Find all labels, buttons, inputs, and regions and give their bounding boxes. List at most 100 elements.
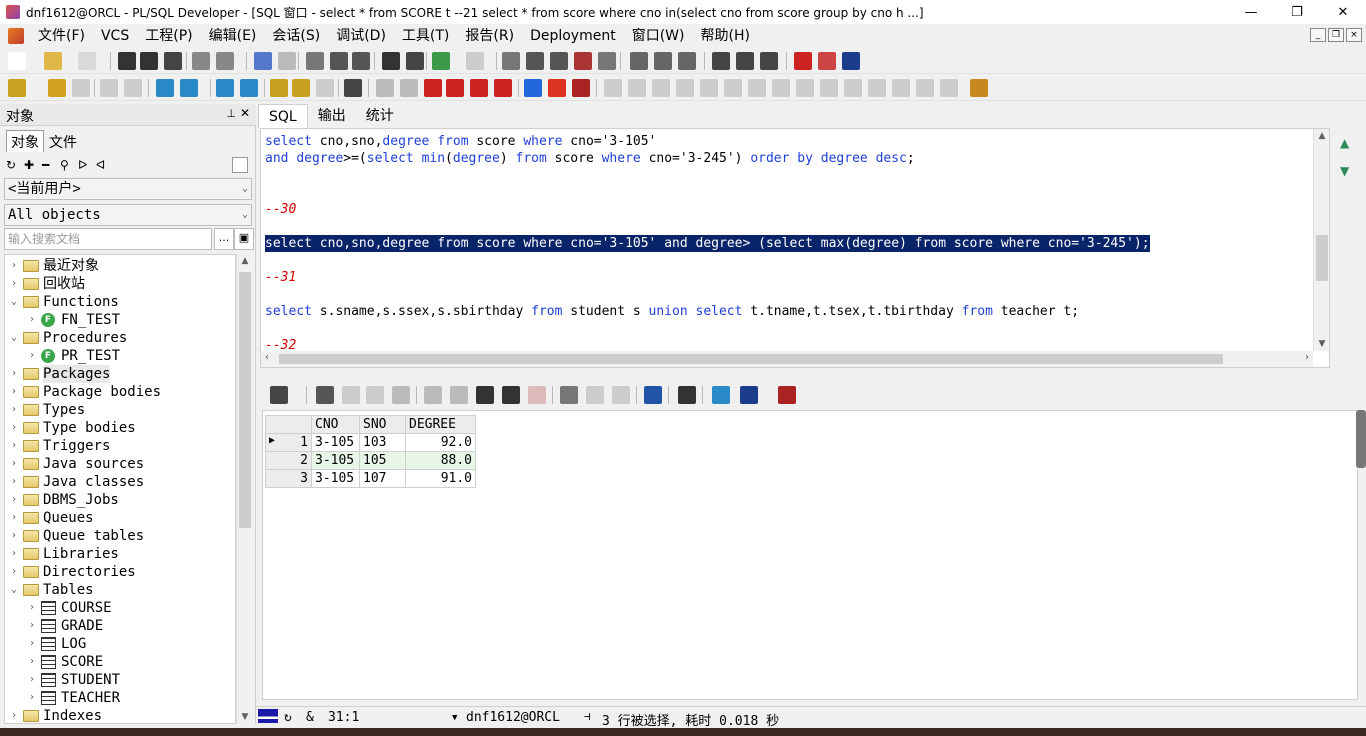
code-line[interactable]: --30 bbox=[265, 201, 296, 218]
car-icon[interactable] bbox=[572, 79, 590, 97]
menu-item-9[interactable]: 窗口(W) bbox=[624, 25, 693, 47]
scroll-down-icon[interactable]: ▼ bbox=[237, 712, 253, 722]
cell-cno[interactable]: 3-105 bbox=[311, 451, 360, 470]
save-all-icon[interactable] bbox=[164, 52, 182, 70]
mdi-minimize-button[interactable]: _ bbox=[1310, 28, 1326, 42]
db2-icon[interactable] bbox=[124, 79, 142, 97]
cell-sno[interactable]: 107 bbox=[359, 469, 406, 488]
comment-icon[interactable] bbox=[574, 52, 592, 70]
code-line[interactable]: --31 bbox=[265, 269, 296, 286]
find-icon[interactable] bbox=[382, 52, 400, 70]
chevron-right-icon[interactable]: › bbox=[27, 599, 37, 617]
sql-editor[interactable]: ▲ ▼ ‹ › select cno,sno,degree from score… bbox=[260, 128, 1330, 368]
filter-icon[interactable] bbox=[560, 386, 578, 404]
scrollbar-thumb[interactable] bbox=[279, 354, 1223, 364]
cell-sno[interactable]: 105 bbox=[359, 451, 406, 470]
tree-item[interactable]: › 最近对象 bbox=[5, 257, 235, 275]
chart-icon[interactable] bbox=[740, 386, 758, 404]
redo-icon[interactable] bbox=[278, 52, 296, 70]
s3-icon[interactable] bbox=[652, 79, 670, 97]
menu-item-1[interactable]: VCS bbox=[93, 25, 137, 47]
tree-item[interactable]: › Directories bbox=[5, 563, 235, 581]
chevron-right-icon[interactable]: › bbox=[9, 257, 19, 275]
post-icon[interactable] bbox=[392, 386, 410, 404]
grid-view-icon[interactable] bbox=[270, 386, 288, 404]
add-icon[interactable]: ✚ bbox=[24, 158, 34, 172]
search-options-button[interactable]: ... bbox=[214, 228, 234, 250]
scrollbar-thumb[interactable] bbox=[239, 272, 251, 528]
tree-item[interactable]: › Queues bbox=[5, 509, 235, 527]
paste-icon[interactable] bbox=[352, 52, 370, 70]
tree-item[interactable]: › Java classes bbox=[5, 473, 235, 491]
wrench-icon[interactable] bbox=[344, 79, 362, 97]
connection-label[interactable]: dnf1612@ORCL bbox=[466, 710, 560, 725]
sql-window-icon[interactable] bbox=[156, 79, 174, 97]
mdi-close-button[interactable]: × bbox=[1346, 28, 1362, 42]
tab-output[interactable]: 输出 bbox=[308, 104, 356, 128]
save-icon[interactable] bbox=[118, 52, 136, 70]
menu-item-10[interactable]: 帮助(H) bbox=[692, 25, 757, 47]
tree-item[interactable]: › LOG bbox=[5, 635, 235, 653]
remove-icon[interactable]: ━ bbox=[42, 158, 49, 172]
tree-item[interactable]: › Java sources bbox=[5, 455, 235, 473]
tree-item[interactable]: › Queue tables bbox=[5, 527, 235, 545]
filter-icon[interactable]: ᐅ bbox=[78, 158, 87, 172]
s4-icon[interactable] bbox=[676, 79, 694, 97]
explain-icon[interactable] bbox=[316, 79, 334, 97]
chevron-down-icon[interactable]: ⌄ bbox=[9, 581, 19, 599]
new-icon[interactable] bbox=[8, 52, 26, 70]
tree-item[interactable]: › GRADE bbox=[5, 617, 235, 635]
replace-icon[interactable] bbox=[406, 52, 424, 70]
scroll-up-icon[interactable]: ▲ bbox=[237, 256, 253, 266]
object-tree[interactable]: › 最近对象 › 回收站 ⌄ Functions › F FN_TEST ⌄ Procedures ›… bbox=[4, 254, 236, 724]
d3-icon[interactable] bbox=[494, 79, 512, 97]
tree-item[interactable]: › 回收站 bbox=[5, 275, 235, 293]
menu-item-4[interactable]: 会话(S) bbox=[264, 25, 328, 47]
checkbox-icon[interactable] bbox=[232, 157, 248, 173]
table-row[interactable]: 2 3-105 105 88.0 bbox=[265, 451, 476, 470]
info-icon[interactable] bbox=[842, 52, 860, 70]
s5-icon[interactable] bbox=[700, 79, 718, 97]
chevron-right-icon[interactable]: › bbox=[9, 707, 19, 723]
maximize-button[interactable]: ❐ bbox=[1274, 0, 1320, 24]
doc-icon[interactable] bbox=[502, 52, 520, 70]
tree-item[interactable]: ⌄ Functions bbox=[5, 293, 235, 311]
code-line[interactable]: select cno,sno,degree from score where c… bbox=[265, 235, 1150, 252]
chevron-right-icon[interactable]: › bbox=[27, 653, 37, 671]
chevron-right-icon[interactable]: › bbox=[9, 563, 19, 581]
tab-files[interactable]: 文件 bbox=[44, 130, 82, 152]
tree-item[interactable]: › STUDENT bbox=[5, 671, 235, 689]
db-icon[interactable] bbox=[712, 386, 730, 404]
pin-icon[interactable]: ⊥ bbox=[226, 107, 236, 120]
win1-icon[interactable] bbox=[630, 52, 648, 70]
table-export-icon[interactable] bbox=[778, 386, 796, 404]
tab-sql[interactable]: SQL bbox=[258, 104, 308, 128]
mdi-restore-button[interactable]: ❐ bbox=[1328, 28, 1344, 42]
cascade-icon[interactable] bbox=[712, 52, 730, 70]
chevron-right-icon[interactable]: › bbox=[9, 383, 19, 401]
commit-icon[interactable] bbox=[270, 79, 288, 97]
chevron-right-icon[interactable]: › bbox=[9, 509, 19, 527]
menu-item-2[interactable]: 工程(P) bbox=[137, 25, 200, 47]
arrow-red-icon[interactable] bbox=[548, 79, 566, 97]
save-icon[interactable] bbox=[678, 386, 696, 404]
tree-item[interactable]: › F PR_TEST bbox=[5, 347, 235, 365]
open-icon[interactable] bbox=[44, 52, 62, 70]
panel-close-icon[interactable]: ✕ bbox=[240, 106, 250, 120]
lock-icon[interactable] bbox=[316, 386, 334, 404]
tile-h-icon[interactable] bbox=[736, 52, 754, 70]
export-icon[interactable] bbox=[644, 386, 662, 404]
tree-item[interactable]: ⌄ Procedures bbox=[5, 329, 235, 347]
s8-icon[interactable] bbox=[772, 79, 790, 97]
fetch-last-icon[interactable] bbox=[450, 386, 468, 404]
chevron-right-icon[interactable]: › bbox=[27, 311, 37, 329]
chevron-right-icon[interactable]: › bbox=[27, 347, 37, 365]
save-as-icon[interactable] bbox=[140, 52, 158, 70]
outdent-icon[interactable] bbox=[550, 52, 568, 70]
cut-icon[interactable] bbox=[306, 52, 324, 70]
delete-row-icon[interactable] bbox=[366, 386, 384, 404]
s1-icon[interactable] bbox=[604, 79, 622, 97]
tree-scrollbar[interactable]: ▲ ▼ bbox=[236, 254, 254, 724]
cell-degree[interactable]: 91.0 bbox=[405, 469, 476, 488]
minimize-button[interactable]: — bbox=[1228, 0, 1274, 24]
